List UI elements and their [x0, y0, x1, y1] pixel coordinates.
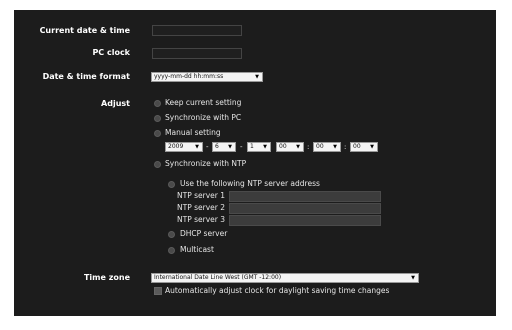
current-date-time-display: [152, 25, 242, 36]
hour-select[interactable]: 00 ▼: [276, 142, 304, 152]
synchronize-with-ntp-label: Synchronize with NTP: [165, 159, 247, 168]
second-select[interactable]: 00 ▼: [350, 142, 378, 152]
chevron-down-icon: ▼: [255, 74, 259, 80]
manual-setting-radio[interactable]: [154, 130, 161, 137]
time-zone-label: Time zone: [83, 273, 130, 282]
minute-value: 00: [316, 143, 324, 150]
ntp-server-2-input[interactable]: [229, 203, 381, 214]
chevron-down-icon: ▼: [195, 144, 199, 150]
year-value: 2009: [168, 143, 184, 150]
ntp-server-1-input[interactable]: [229, 191, 381, 202]
time-zone-value: International Date Line West (GMT -12:00…: [154, 274, 282, 281]
adjust-label: Adjust: [101, 99, 130, 108]
time-zone-select[interactable]: International Date Line West (GMT -12:00…: [151, 273, 419, 283]
ntp-server-3-input[interactable]: [229, 215, 381, 226]
hour-value: 00: [279, 143, 287, 150]
month-select[interactable]: 6 ▼: [212, 142, 236, 152]
chevron-down-icon: ▼: [411, 275, 415, 281]
time-separator: :: [344, 143, 347, 151]
use-following-ntp-radio[interactable]: [168, 181, 175, 188]
use-following-ntp-label: Use the following NTP server address: [180, 179, 320, 188]
manual-setting-label: Manual setting: [165, 128, 221, 137]
date-time-format-value: yyyy-mm-dd hh:mm:ss: [154, 73, 224, 80]
multicast-radio[interactable]: [168, 247, 175, 254]
synchronize-with-pc-label: Synchronize with PC: [165, 113, 242, 122]
synchronize-with-pc-radio[interactable]: [154, 115, 161, 122]
daylight-saving-checkbox[interactable]: [154, 287, 162, 295]
year-select[interactable]: 2009 ▼: [165, 142, 203, 152]
keep-current-setting-radio[interactable]: [154, 100, 161, 107]
dhcp-server-radio[interactable]: [168, 231, 175, 238]
month-value: 6: [215, 143, 219, 150]
daylight-saving-label: Automatically adjust clock for daylight …: [165, 286, 390, 295]
date-time-format-label: Date & time format: [42, 72, 130, 81]
day-value: 1: [250, 143, 254, 150]
chevron-down-icon: ▼: [370, 144, 374, 150]
multicast-label: Multicast: [180, 245, 214, 254]
date-time-format-select[interactable]: yyyy-mm-dd hh:mm:ss ▼: [151, 72, 263, 82]
synchronize-with-ntp-radio[interactable]: [154, 161, 161, 168]
time-separator: :: [307, 143, 310, 151]
ntp-server-3-label: NTP server 3: [177, 215, 225, 224]
dhcp-server-label: DHCP server: [180, 229, 228, 238]
date-separator: -: [240, 143, 243, 151]
chevron-down-icon: ▼: [263, 144, 267, 150]
minute-select[interactable]: 00 ▼: [313, 142, 341, 152]
ntp-server-2-label: NTP server 2: [177, 203, 225, 212]
date-time-settings-panel: Current date & time PC clock Date & time…: [14, 10, 496, 316]
current-date-time-label: Current date & time: [39, 26, 130, 35]
pc-clock-label: PC clock: [92, 48, 130, 57]
chevron-down-icon: ▼: [228, 144, 232, 150]
day-select[interactable]: 1 ▼: [247, 142, 271, 152]
second-value: 00: [353, 143, 361, 150]
keep-current-setting-label: Keep current setting: [165, 98, 242, 107]
chevron-down-icon: ▼: [333, 144, 337, 150]
chevron-down-icon: ▼: [296, 144, 300, 150]
ntp-server-1-label: NTP server 1: [177, 191, 225, 200]
date-separator: -: [206, 143, 209, 151]
pc-clock-display: [152, 48, 242, 59]
